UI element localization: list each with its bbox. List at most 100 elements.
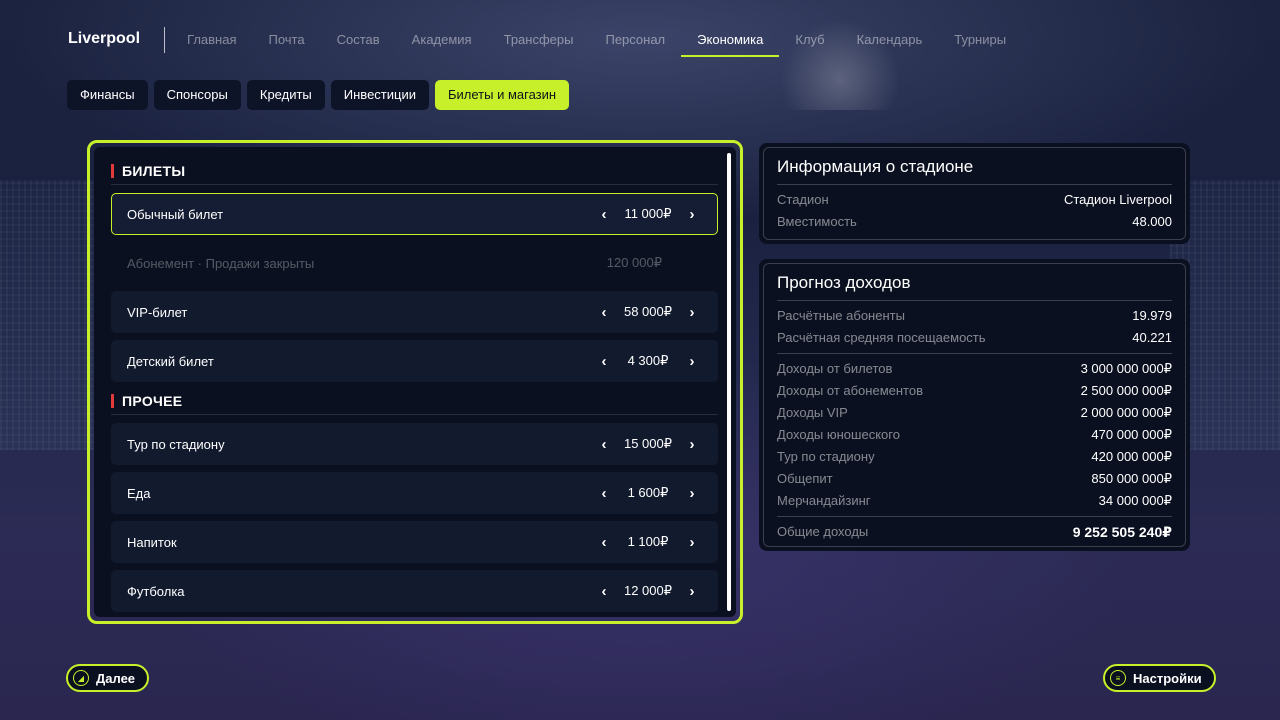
settings-button-label: Настройки (1133, 670, 1202, 686)
tab-loans[interactable]: Кредиты (246, 80, 325, 110)
kv-value: 34 000 000₽ (1098, 493, 1172, 508)
total-income-row: Общие доходы 9 252 505 240₽ (777, 521, 1172, 543)
revenue-forecast-title: Прогноз доходов (777, 264, 1172, 301)
stadium-lights (780, 0, 930, 110)
price-row-regular-ticket[interactable]: Обычный билет ‹ 11 000₽ › (111, 193, 718, 235)
next-button[interactable]: ◢ Далее (66, 664, 150, 692)
income-row: Доходы от абонементов 2 500 000 000₽ (777, 380, 1172, 402)
kv-key: Общепит (777, 471, 833, 486)
section-tickets-title: БИЛЕТЫ (122, 162, 186, 179)
price-stepper: ‹ 15 000₽ › (594, 436, 702, 453)
pricing-scrollbar[interactable] (727, 153, 731, 611)
price-row-season-ticket: Абонемент · Продажи закрыты 120 000₽ (111, 242, 718, 284)
price-row-label: VIP-билет (127, 304, 188, 320)
kv-key: Расчётная средняя посещаемость (777, 330, 986, 345)
kv-key: Мерчандайзинг (777, 493, 871, 508)
price-row-label: Еда (127, 485, 151, 501)
nav-item-squad[interactable]: Состав (321, 28, 396, 52)
chevron-left-icon[interactable]: ‹ (594, 583, 614, 600)
tab-sponsors[interactable]: Спонсоры (153, 80, 241, 110)
forecast-row: Расчётная средняя посещаемость 40.221 (777, 327, 1172, 349)
nav-item-mail[interactable]: Почта (253, 28, 321, 52)
chevron-right-icon[interactable]: › (682, 485, 702, 502)
menu-button-icon: ≡ (1110, 670, 1126, 686)
stadium-capacity-row: Вместимость 48.000 (777, 211, 1172, 233)
nav-item-club[interactable]: Клуб (779, 28, 840, 52)
chevron-right-icon[interactable]: › (682, 206, 702, 223)
kv-value: 470 000 000₽ (1091, 427, 1172, 442)
kv-value: 19.979 (1132, 308, 1172, 323)
kv-value: Стадион Liverpool (1063, 192, 1172, 207)
kv-key: Доходы от абонементов (777, 383, 923, 398)
price-stepper: ‹ 58 000₽ › (594, 304, 702, 321)
kv-key: Доходы VIP (777, 405, 848, 420)
chevron-left-icon[interactable]: ‹ (594, 206, 614, 223)
next-button-label: Далее (96, 670, 136, 686)
tab-tickets-shop[interactable]: Билеты и магазин (434, 80, 570, 110)
price-value: 4 300₽ (627, 353, 669, 368)
chevron-left-icon[interactable]: ‹ (594, 436, 614, 453)
nav-item-home[interactable]: Главная (171, 28, 252, 52)
chevron-left-icon[interactable]: ‹ (594, 353, 614, 370)
revenue-forecast-card: Прогноз доходов Расчётные абоненты 19.97… (759, 259, 1190, 551)
kv-value: 9 252 505 240₽ (1072, 524, 1172, 540)
chevron-right-icon[interactable]: › (682, 436, 702, 453)
kv-value: 40.221 (1132, 330, 1172, 345)
revenue-forecast-inner: Прогноз доходов Расчётные абоненты 19.97… (763, 263, 1186, 547)
price-row-shirt[interactable]: Футболка ‹ 12 000₽ › (111, 570, 718, 612)
price-row-label: Абонемент · Продажи закрыты (127, 255, 315, 271)
nav-item-transfers[interactable]: Трансферы (488, 28, 590, 52)
chevron-left-icon[interactable]: ‹ (594, 485, 614, 502)
chevron-left-icon[interactable]: ‹ (594, 304, 614, 321)
price-value: 1 100₽ (627, 534, 669, 549)
price-row-stadium-tour[interactable]: Тур по стадиону ‹ 15 000₽ › (111, 423, 718, 465)
stadium-info-card: Информация о стадионе Стадион Стадион Li… (759, 143, 1190, 244)
gamepad-button-icon: ◢ (73, 670, 89, 686)
price-row-label: Тур по стадиону (127, 436, 225, 452)
price-stepper: ‹ 12 000₽ › (594, 583, 702, 600)
nav-item-calendar[interactable]: Календарь (841, 28, 939, 52)
price-value: 120 000₽ (606, 255, 662, 270)
divider (777, 516, 1172, 517)
nav-item-academy[interactable]: Академия (396, 28, 488, 52)
stadium-name-row: Стадион Стадион Liverpool (777, 189, 1172, 211)
price-row-child-ticket[interactable]: Детский билет ‹ 4 300₽ › (111, 340, 718, 382)
club-name: Liverpool (68, 27, 166, 53)
kv-key: Стадион (777, 192, 829, 207)
kv-key: Тур по стадиону (777, 449, 875, 464)
kv-value: 420 000 000₽ (1091, 449, 1172, 464)
section-marker (111, 163, 114, 178)
chevron-right-icon[interactable]: › (682, 583, 702, 600)
nav-item-tournaments[interactable]: Турниры (938, 28, 1022, 52)
price-row-drink[interactable]: Напиток ‹ 1 100₽ › (111, 521, 718, 563)
chevron-right-icon[interactable]: › (682, 353, 702, 370)
kv-value: 48.000 (1132, 214, 1172, 229)
price-stepper: ‹ 1 100₽ › (594, 534, 702, 551)
price-value: 15 000₽ (623, 436, 673, 451)
economy-subtabs: Финансы Спонсоры Кредиты Инвестиции Биле… (67, 80, 570, 110)
section-other: ПРОЧЕЕ (111, 387, 718, 415)
kv-value: 2 000 000 000₽ (1080, 405, 1172, 420)
price-value: 1 600₽ (627, 485, 669, 500)
settings-button[interactable]: ≡ Настройки (1103, 664, 1216, 692)
price-row-vip-ticket[interactable]: VIP-билет ‹ 58 000₽ › (111, 291, 718, 333)
price-row-label: Напиток (127, 534, 177, 550)
income-row: Мерчандайзинг 34 000 000₽ (777, 490, 1172, 512)
income-row: Общепит 850 000 000₽ (777, 468, 1172, 490)
nav-item-economy[interactable]: Экономика (681, 28, 780, 57)
chevron-left-icon[interactable]: ‹ (594, 534, 614, 551)
price-row-food[interactable]: Еда ‹ 1 600₽ › (111, 472, 718, 514)
kv-key: Общие доходы (777, 524, 869, 539)
top-navigation: Liverpool Главная Почта Состав Академия … (68, 27, 1022, 57)
forecast-row: Расчётные абоненты 19.979 (777, 305, 1172, 327)
price-value: 11 000₽ (624, 206, 672, 221)
nav-item-staff[interactable]: Персонал (589, 28, 681, 52)
chevron-right-icon[interactable]: › (682, 534, 702, 551)
section-tickets: БИЛЕТЫ (111, 157, 718, 185)
price-row-label: Детский билет (127, 353, 214, 369)
tab-finances[interactable]: Финансы (67, 80, 148, 110)
nav-items: Главная Почта Состав Академия Трансферы … (171, 28, 1022, 57)
kv-key: Вместимость (777, 214, 857, 229)
tab-investments[interactable]: Инвестиции (330, 80, 429, 110)
chevron-right-icon[interactable]: › (682, 304, 702, 321)
